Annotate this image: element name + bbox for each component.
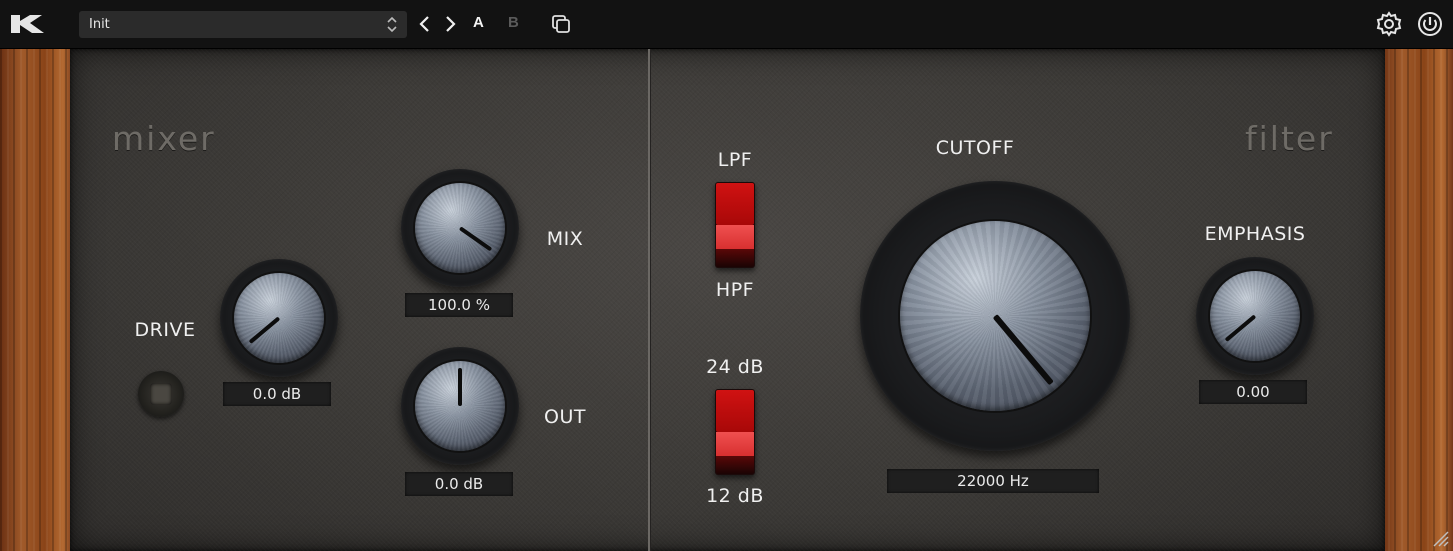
mix-value: 100.0 %	[405, 293, 513, 317]
drive-value: 0.0 dB	[223, 382, 331, 406]
out-value: 0.0 dB	[405, 472, 513, 496]
mix-knob[interactable]	[401, 169, 519, 287]
next-preset-icon[interactable]	[439, 12, 461, 36]
cutoff-value: 22000 Hz	[887, 469, 1099, 493]
cutoff-knob[interactable]	[860, 181, 1130, 451]
filter-section-title: filter	[1245, 119, 1334, 158]
cutoff-label: CUTOFF	[935, 137, 1015, 159]
copy-icon[interactable]	[550, 13, 572, 35]
drive-jack[interactable]	[138, 371, 184, 417]
plugin-window: Init A B mixer DRIVE 0.0 dB MIX 100.0 % …	[0, 0, 1453, 551]
hpf-label: HPF	[715, 279, 755, 301]
emphasis-value: 0.00	[1199, 380, 1307, 404]
preset-name: Init	[89, 17, 110, 32]
wood-panel-left	[0, 49, 74, 551]
chevron-updown-icon	[387, 16, 397, 33]
previous-preset-icon[interactable]	[414, 12, 436, 36]
emphasis-knob[interactable]	[1196, 257, 1314, 375]
wood-panel-right	[1381, 49, 1453, 551]
lpf-label: LPF	[717, 149, 753, 171]
resize-handle-icon[interactable]	[1428, 526, 1450, 548]
brand-logo-icon	[11, 15, 44, 33]
slope-24db-label: 24 dB	[706, 356, 764, 378]
ab-a-button[interactable]: A	[473, 14, 484, 31]
power-icon[interactable]	[1416, 10, 1444, 38]
drive-knob[interactable]	[220, 259, 338, 377]
gear-icon[interactable]	[1375, 10, 1403, 38]
mixer-section-title: mixer	[112, 119, 216, 158]
emphasis-label: EMPHASIS	[1204, 223, 1306, 245]
out-label: OUT	[544, 406, 586, 428]
drive-label: DRIVE	[134, 319, 196, 341]
preset-selector[interactable]: Init	[79, 11, 407, 38]
slope-12db-label: 12 dB	[706, 485, 764, 507]
ab-b-button[interactable]: B	[508, 14, 519, 31]
lpf-hpf-switch[interactable]	[715, 182, 755, 268]
section-divider	[648, 49, 650, 551]
out-knob[interactable]	[401, 347, 519, 465]
slope-switch[interactable]	[715, 389, 755, 475]
mix-label: MIX	[546, 228, 584, 250]
main-panel: mixer DRIVE 0.0 dB MIX 100.0 % OUT 0.0 d…	[70, 49, 1385, 551]
top-bar: Init A B	[0, 0, 1453, 49]
